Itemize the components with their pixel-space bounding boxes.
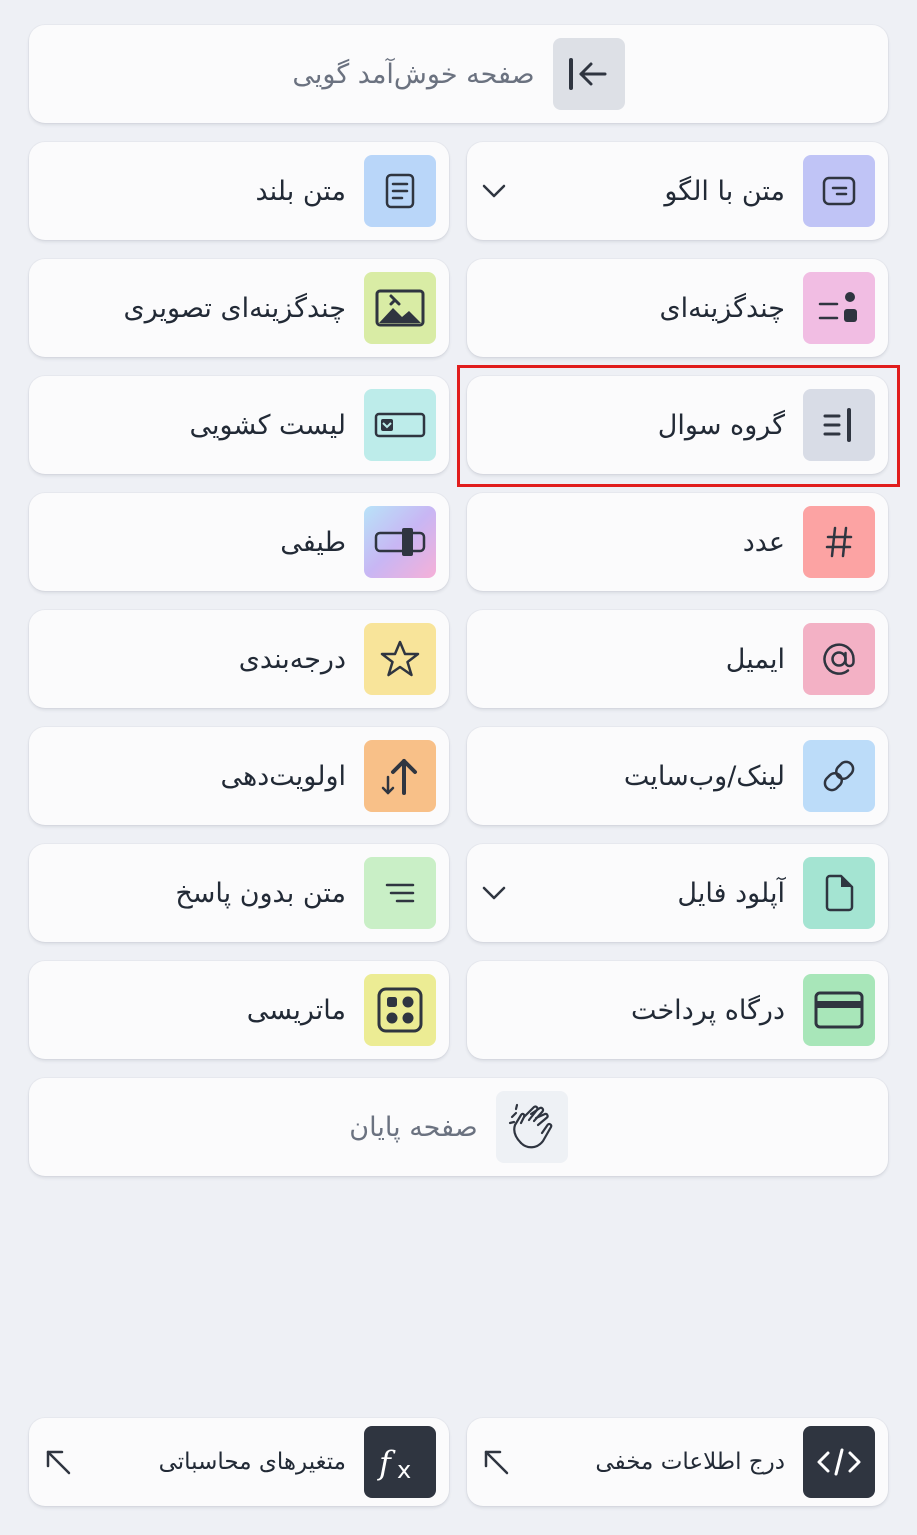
payment-gateway-button[interactable]: درگاه پرداخت bbox=[467, 961, 888, 1059]
arrow-up-left-icon bbox=[43, 1447, 73, 1477]
end-page-button[interactable]: صفحه پایان bbox=[29, 1078, 888, 1176]
multiple-choice-button[interactable]: چندگزینه‌ای bbox=[467, 259, 888, 357]
file-upload-label: آپلود فایل bbox=[677, 877, 785, 909]
rating-button[interactable]: درجه‌بندی bbox=[29, 610, 449, 708]
link-icon bbox=[803, 740, 875, 812]
dropdown-list-icon bbox=[364, 389, 436, 461]
prioritization-button[interactable]: اولویت‌دهی bbox=[29, 727, 449, 825]
svg-text:x: x bbox=[397, 1456, 411, 1484]
chevron-down-icon[interactable] bbox=[481, 885, 507, 901]
sort-arrows-icon bbox=[364, 740, 436, 812]
link-website-button[interactable]: لینک/وب‌سایت bbox=[467, 727, 888, 825]
pattern-text-icon bbox=[803, 155, 875, 227]
statement-label: متن بدون پاسخ bbox=[175, 877, 346, 909]
pattern-text-button[interactable]: متن با الگو bbox=[467, 142, 888, 240]
credit-card-icon bbox=[803, 974, 875, 1046]
code-icon bbox=[803, 1426, 875, 1498]
number-button[interactable]: عدد bbox=[467, 493, 888, 591]
question-group-label: گروه سوال bbox=[657, 409, 785, 441]
question-group-button[interactable]: گروه سوال bbox=[467, 376, 888, 474]
file-icon bbox=[803, 857, 875, 929]
file-upload-button[interactable]: آپلود فایل bbox=[467, 844, 888, 942]
pattern-text-label: متن با الگو bbox=[664, 175, 785, 207]
rating-label: درجه‌بندی bbox=[238, 643, 346, 675]
multiple-choice-label: چندگزینه‌ای bbox=[659, 292, 785, 324]
spectrum-label: طیفی bbox=[280, 526, 346, 558]
welcome-page-button[interactable]: صفحه خوش‌آمد گویی bbox=[29, 25, 888, 123]
multiple-choice-icon bbox=[803, 272, 875, 344]
text-lines-icon bbox=[364, 857, 436, 929]
clapping-hands-icon bbox=[495, 1091, 568, 1163]
arrow-up-left-icon bbox=[481, 1447, 511, 1477]
prioritization-label: اولویت‌دهی bbox=[220, 760, 346, 792]
at-sign-icon bbox=[803, 623, 875, 695]
image-choice-label: چندگزینه‌ای تصویری bbox=[123, 292, 346, 324]
end-page-label: صفحه پایان bbox=[349, 1111, 478, 1143]
calc-variables-button[interactable]: fx متغیرهای محاسباتی bbox=[29, 1418, 449, 1506]
image-icon bbox=[364, 272, 436, 344]
question-group-icon bbox=[803, 389, 875, 461]
star-icon bbox=[364, 623, 436, 695]
dropdown-list-button[interactable]: لیست کشویی bbox=[29, 376, 449, 474]
hidden-data-label: درج اطلاعات مخفی bbox=[595, 1449, 785, 1475]
matrix-label: ماتریسی bbox=[246, 994, 346, 1026]
link-website-label: لینک/وب‌سایت bbox=[623, 760, 785, 792]
hash-icon bbox=[803, 506, 875, 578]
function-icon: fx bbox=[364, 1426, 436, 1498]
long-text-icon bbox=[364, 155, 436, 227]
welcome-page-label: صفحه خوش‌آمد گویی bbox=[292, 58, 535, 90]
image-choice-button[interactable]: چندگزینه‌ای تصویری bbox=[29, 259, 449, 357]
slider-icon bbox=[364, 506, 436, 578]
long-text-button[interactable]: متن بلند bbox=[29, 142, 449, 240]
matrix-icon bbox=[364, 974, 436, 1046]
email-label: ایمیل bbox=[725, 643, 785, 675]
dropdown-list-label: لیست کشویی bbox=[189, 409, 346, 441]
chevron-down-icon[interactable] bbox=[481, 183, 507, 199]
long-text-label: متن بلند bbox=[255, 175, 346, 207]
matrix-button[interactable]: ماتریسی bbox=[29, 961, 449, 1059]
svg-text:f: f bbox=[377, 1444, 396, 1482]
spectrum-button[interactable]: طیفی bbox=[29, 493, 449, 591]
email-button[interactable]: ایمیل bbox=[467, 610, 888, 708]
number-label: عدد bbox=[742, 526, 785, 558]
payment-gateway-label: درگاه پرداخت bbox=[630, 994, 785, 1026]
hidden-data-button[interactable]: درج اطلاعات مخفی bbox=[467, 1418, 888, 1506]
arrow-to-left-bar-icon bbox=[552, 38, 625, 110]
statement-button[interactable]: متن بدون پاسخ bbox=[29, 844, 449, 942]
calc-variables-label: متغیرهای محاسباتی bbox=[158, 1449, 346, 1475]
